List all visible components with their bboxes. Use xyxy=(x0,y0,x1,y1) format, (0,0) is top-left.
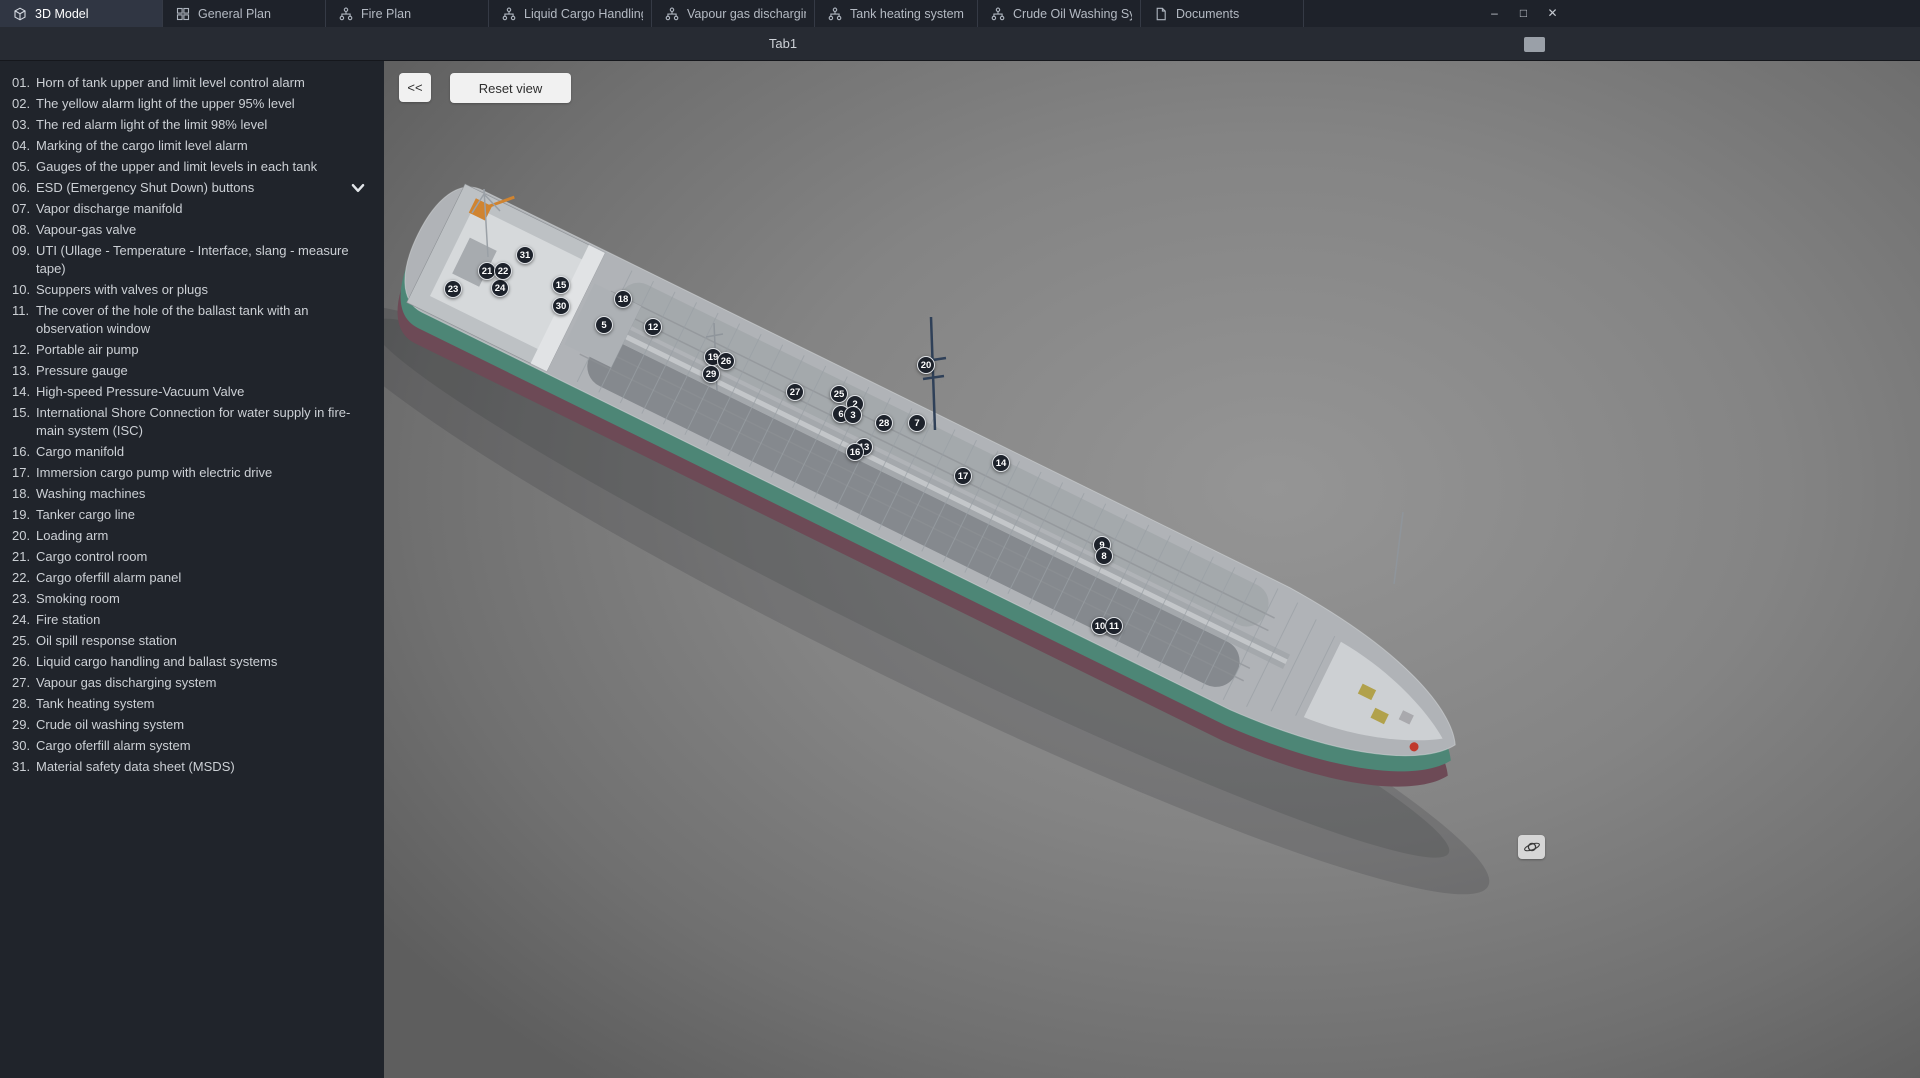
ship-marker-22[interactable]: 22 xyxy=(494,262,512,280)
orbit-control-button[interactable] xyxy=(1518,835,1545,859)
content-area: 01. Horn of tank upper and limit level c… xyxy=(0,61,1920,1078)
reset-view-button[interactable]: Reset view xyxy=(450,73,571,103)
sidebar-item-3[interactable]: 03. The red alarm light of the limit 98%… xyxy=(0,114,384,135)
system-icon xyxy=(338,6,353,21)
ship-marker-20[interactable]: 20 xyxy=(917,356,935,374)
tab-vapour-gas-discharging[interactable]: Vapour gas discharging xyxy=(652,0,815,27)
ship-marker-3[interactable]: 3 xyxy=(844,406,862,424)
sidebar-item-1[interactable]: 01. Horn of tank upper and limit level c… xyxy=(0,72,384,93)
subheader: Tab1 xyxy=(0,27,1920,61)
sidebar-item-4[interactable]: 04. Marking of the cargo limit level ala… xyxy=(0,135,384,156)
sidebar-item-15[interactable]: 15. International Shore Connection for w… xyxy=(0,402,384,441)
ship-marker-31[interactable]: 31 xyxy=(516,246,534,264)
sidebar-item-5[interactable]: 05. Gauges of the upper and limit levels… xyxy=(0,156,384,177)
ship-marker-25[interactable]: 25 xyxy=(830,385,848,403)
sidebar-item-6[interactable]: 06. ESD (Emergency Shut Down) buttons xyxy=(0,177,384,198)
sidebar-item-24[interactable]: 24. Fire station xyxy=(0,609,384,630)
sidebar-item-29[interactable]: 29. Crude oil washing system xyxy=(0,714,384,735)
close-button[interactable]: ✕ xyxy=(1538,0,1567,27)
sidebar-item-26[interactable]: 26. Liquid cargo handling and ballast sy… xyxy=(0,651,384,672)
ship-marker-30[interactable]: 30 xyxy=(552,297,570,315)
sidebar-item-13[interactable]: 13. Pressure gauge xyxy=(0,360,384,381)
sidebar-item-31[interactable]: 31. Material safety data sheet (MSDS) xyxy=(0,756,384,777)
cube-icon xyxy=(12,6,27,21)
tabs: 3D Model General Pl xyxy=(0,0,1304,27)
window-controls: – □ ✕ xyxy=(1480,0,1567,27)
ship-marker-14[interactable]: 14 xyxy=(992,454,1010,472)
sidebar-item-21[interactable]: 21. Cargo control room xyxy=(0,546,384,567)
system-icon xyxy=(827,6,842,21)
tab-fire-plan[interactable]: Fire Plan xyxy=(326,0,489,27)
sidebar-item-17[interactable]: 17. Immersion cargo pump with electric d… xyxy=(0,462,384,483)
viewport-3d[interactable]: 23 24 21 22 31 15 30 18 5 12 19 26 29 27… xyxy=(384,61,1920,1078)
sidebar-item-18[interactable]: 18. Washing machines xyxy=(0,483,384,504)
ship-marker-18[interactable]: 18 xyxy=(614,290,632,308)
ship-marker-27[interactable]: 27 xyxy=(786,383,804,401)
system-icon xyxy=(501,6,516,21)
sidebar-item-16[interactable]: 16. Cargo manifold xyxy=(0,441,384,462)
sidebar-item-23[interactable]: 23. Smoking room xyxy=(0,588,384,609)
ship-marker-17[interactable]: 17 xyxy=(954,467,972,485)
system-icon xyxy=(664,6,679,21)
sidebar-equipment-list: 01. Horn of tank upper and limit level c… xyxy=(0,61,384,1078)
bow-mast xyxy=(1394,512,1403,584)
sidebar-item-20[interactable]: 20. Loading arm xyxy=(0,525,384,546)
ship-marker-26[interactable]: 26 xyxy=(717,352,735,370)
tanker-ship xyxy=(384,143,1571,956)
tab-tank-heating-system[interactable]: Tank heating system xyxy=(815,0,978,27)
sidebar-item-10[interactable]: 10. Scuppers with valves or plugs xyxy=(0,279,384,300)
sidebar-item-27[interactable]: 27. Vapour gas discharging system xyxy=(0,672,384,693)
ship-marker-8[interactable]: 8 xyxy=(1095,547,1113,565)
sidebar-item-7[interactable]: 07. Vapor discharge manifold xyxy=(0,198,384,219)
ship-marker-12[interactable]: 12 xyxy=(644,318,662,336)
subheader-action-button[interactable] xyxy=(1524,37,1545,52)
sidebar-item-14[interactable]: 14. High-speed Pressure-Vacuum Valve xyxy=(0,381,384,402)
sidebar-item-25[interactable]: 25. Oil spill response station xyxy=(0,630,384,651)
sidebar-item-9[interactable]: 09. UTI (Ullage - Temperature - Interfac… xyxy=(0,240,384,279)
ship-3d-model xyxy=(384,61,1920,1078)
tab-liquid-cargo-handling[interactable]: Liquid Cargo Handling xyxy=(489,0,652,27)
minimize-button[interactable]: – xyxy=(1480,0,1509,27)
ship-marker-5[interactable]: 5 xyxy=(595,316,613,334)
sidebar-item-8[interactable]: 08. Vapour-gas valve xyxy=(0,219,384,240)
sidebar-item-19[interactable]: 19. Tanker cargo line xyxy=(0,504,384,525)
subtab-tab1[interactable]: Tab1 xyxy=(755,27,811,61)
ship-marker-24[interactable]: 24 xyxy=(491,279,509,297)
tab-crude-oil-washing-sys[interactable]: Crude Oil Washing Sys xyxy=(978,0,1141,27)
sidebar-item-11[interactable]: 11. The cover of the hole of the ballast… xyxy=(0,300,384,339)
tab-3d-model[interactable]: 3D Model xyxy=(0,0,163,27)
sidebar-item-28[interactable]: 28. Tank heating system xyxy=(0,693,384,714)
tab-documents[interactable]: Documents xyxy=(1141,0,1304,27)
ship-marker-28[interactable]: 28 xyxy=(875,414,893,432)
sidebar-item-12[interactable]: 12. Portable air pump xyxy=(0,339,384,360)
tab-general-plan[interactable]: General Plan xyxy=(163,0,326,27)
collapse-sidebar-button[interactable]: << xyxy=(399,73,431,102)
ship-marker-15[interactable]: 15 xyxy=(552,276,570,294)
document-icon xyxy=(1153,6,1168,21)
chevron-down-icon[interactable] xyxy=(348,179,368,197)
orbit-icon xyxy=(1522,838,1542,856)
sidebar-item-2[interactable]: 02. The yellow alarm light of the upper … xyxy=(0,93,384,114)
sidebar-item-22[interactable]: 22. Cargo oferfill alarm panel xyxy=(0,567,384,588)
sidebar-item-30[interactable]: 30. Cargo oferfill alarm system xyxy=(0,735,384,756)
ship-marker-7[interactable]: 7 xyxy=(908,414,926,432)
maximize-button[interactable]: □ xyxy=(1509,0,1538,27)
ship-marker-23[interactable]: 23 xyxy=(444,280,462,298)
system-icon xyxy=(990,6,1005,21)
ship-marker-11[interactable]: 11 xyxy=(1105,617,1123,635)
app-window: 3D Model General Pl xyxy=(0,0,1920,1078)
ship-marker-16[interactable]: 16 xyxy=(846,443,864,461)
grid-icon xyxy=(175,6,190,21)
tab-bar: 3D Model General Pl xyxy=(0,0,1920,27)
ship-marker-29[interactable]: 29 xyxy=(702,365,720,383)
